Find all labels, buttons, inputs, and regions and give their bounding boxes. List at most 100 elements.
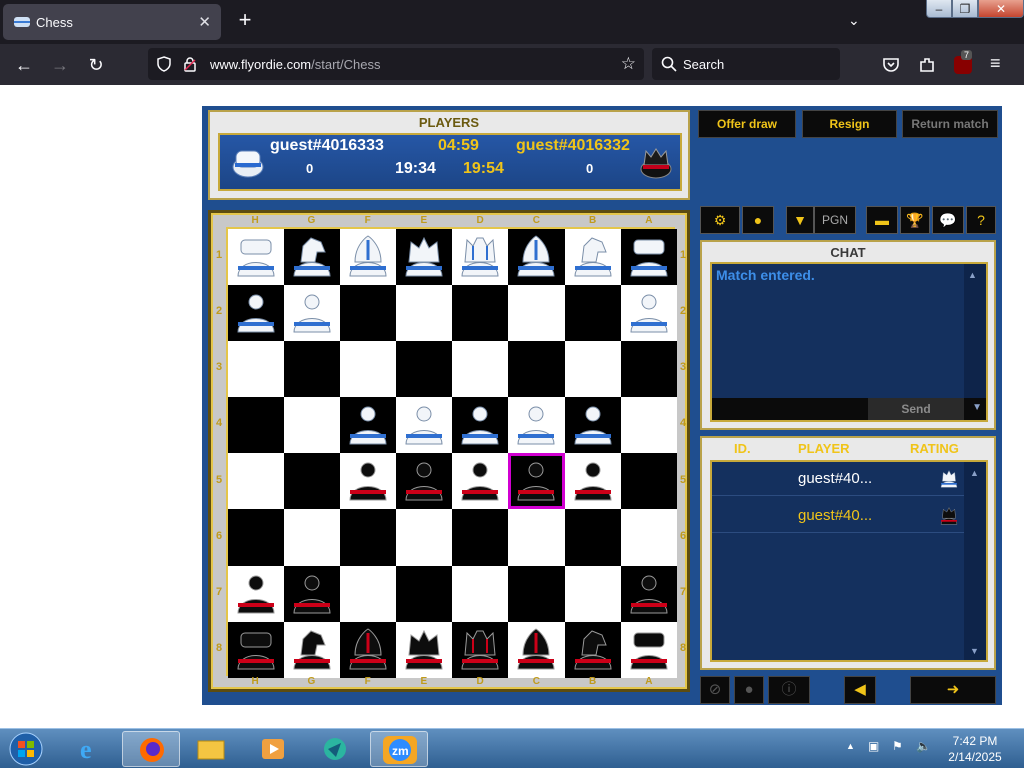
square-e7[interactable] <box>396 565 453 622</box>
black-pawn-icon[interactable] <box>455 456 505 506</box>
square-d2[interactable] <box>452 285 509 342</box>
white-rook-icon[interactable] <box>624 232 674 282</box>
square-a4[interactable] <box>620 397 677 454</box>
extensions-icon[interactable] <box>918 56 936 74</box>
square-b6[interactable] <box>564 509 621 566</box>
black-pawn-icon[interactable] <box>231 569 281 619</box>
white-pawn-icon[interactable] <box>231 288 281 338</box>
square-d1[interactable] <box>452 229 509 286</box>
square-f1[interactable] <box>340 229 397 286</box>
file-explorer-icon[interactable] <box>182 731 240 767</box>
trophy-icon[interactable]: 🏆 <box>900 206 930 234</box>
white-pawn-icon[interactable] <box>568 400 618 450</box>
pgn-button[interactable]: PGN <box>814 206 856 234</box>
black-pawn-icon[interactable] <box>511 456 561 506</box>
square-c5[interactable] <box>508 453 565 510</box>
square-b1[interactable] <box>564 229 621 286</box>
square-h3[interactable] <box>228 341 285 398</box>
square-b7[interactable] <box>564 565 621 622</box>
info-icon[interactable]: ⓘ <box>768 676 810 704</box>
player-list-row[interactable]: guest#40... <box>712 462 964 496</box>
network-icon[interactable]: ▣ <box>868 739 879 753</box>
square-a6[interactable] <box>620 509 677 566</box>
send-button[interactable]: Send <box>868 398 964 420</box>
square-d3[interactable] <box>452 341 509 398</box>
black-pawn-icon[interactable] <box>343 456 393 506</box>
settings-gear-icon[interactable]: ⚙ <box>700 206 740 234</box>
square-c3[interactable] <box>508 341 565 398</box>
black-pawn-icon[interactable] <box>287 569 337 619</box>
square-h4[interactable] <box>228 397 285 454</box>
white-pawn-icon[interactable] <box>287 288 337 338</box>
square-e1[interactable] <box>396 229 453 286</box>
square-c7[interactable] <box>508 565 565 622</box>
black-bishop-icon[interactable] <box>343 625 393 675</box>
square-c8[interactable] <box>508 621 565 678</box>
white-king-icon[interactable] <box>399 232 449 282</box>
white-pawn-icon[interactable] <box>455 400 505 450</box>
black-king-icon[interactable] <box>399 625 449 675</box>
square-c6[interactable] <box>508 509 565 566</box>
square-b5[interactable] <box>564 453 621 510</box>
list-tabs-chevron-icon[interactable]: ⌄ <box>848 12 860 29</box>
forward-arrow-icon[interactable]: → <box>48 53 72 77</box>
square-c1[interactable] <box>508 229 565 286</box>
bookmark-star-icon[interactable]: ☆ <box>621 54 636 74</box>
square-a5[interactable] <box>620 453 677 510</box>
ublock-icon[interactable]: 7 <box>954 50 973 74</box>
lock-icon[interactable] <box>182 56 198 72</box>
white-queen-icon[interactable] <box>455 232 505 282</box>
orange-sphere-icon[interactable]: ● <box>742 206 774 234</box>
square-g1[interactable] <box>284 229 341 286</box>
square-b2[interactable] <box>564 285 621 342</box>
black-knight-icon[interactable] <box>287 625 337 675</box>
square-d7[interactable] <box>452 565 509 622</box>
square-d5[interactable] <box>452 453 509 510</box>
square-g2[interactable] <box>284 285 341 342</box>
player-list[interactable]: ▲ ▼ guest#40... guest#40... <box>710 460 988 662</box>
square-h7[interactable] <box>228 565 285 622</box>
close-window-button[interactable]: ✕ <box>978 0 1024 18</box>
square-e5[interactable] <box>396 453 453 510</box>
square-e4[interactable] <box>396 397 453 454</box>
taskbar-clock[interactable]: 7:42 PM 2/14/2025 <box>940 733 1010 765</box>
square-a2[interactable] <box>620 285 677 342</box>
square-g5[interactable] <box>284 453 341 510</box>
square-f5[interactable] <box>340 453 397 510</box>
square-e6[interactable] <box>396 509 453 566</box>
start-button-icon[interactable] <box>4 731 48 767</box>
square-c2[interactable] <box>508 285 565 342</box>
square-g8[interactable] <box>284 621 341 678</box>
block-icon[interactable]: ⊘ <box>700 676 730 704</box>
user-profile-icon[interactable]: ● <box>734 676 764 704</box>
return-match-button[interactable]: Return match <box>902 110 998 138</box>
square-d4[interactable] <box>452 397 509 454</box>
new-tab-button[interactable]: + <box>234 9 256 33</box>
black-pawn-icon[interactable] <box>568 456 618 506</box>
square-h8[interactable] <box>228 621 285 678</box>
square-a1[interactable] <box>620 229 677 286</box>
dropdown-triangle-icon[interactable]: ▼ <box>786 206 814 234</box>
square-d6[interactable] <box>452 509 509 566</box>
tab-chess[interactable]: Chess ✕ <box>3 4 221 40</box>
square-e8[interactable] <box>396 621 453 678</box>
player-list-scrollbar[interactable]: ▲ ▼ <box>964 462 986 660</box>
resign-button[interactable]: Resign <box>802 110 897 138</box>
exit-room-icon[interactable]: ➜ <box>910 676 996 704</box>
white-knight-icon[interactable] <box>287 232 337 282</box>
media-player-icon[interactable] <box>244 731 302 767</box>
url-bar[interactable]: www.flyordie.com/start/Chess ☆ <box>148 48 644 80</box>
scroll-down-icon[interactable]: ▼ <box>970 646 979 656</box>
chat-options-chevron-icon[interactable]: ▼ <box>972 402 982 413</box>
white-knight-icon[interactable] <box>568 232 618 282</box>
black-queen-icon[interactable] <box>455 625 505 675</box>
square-f7[interactable] <box>340 565 397 622</box>
square-g3[interactable] <box>284 341 341 398</box>
scroll-up-icon[interactable]: ▲ <box>968 270 977 280</box>
square-c4[interactable] <box>508 397 565 454</box>
volume-muted-icon[interactable]: 🔈 <box>916 739 931 753</box>
show-hidden-icons-icon[interactable]: ▲ <box>846 741 855 751</box>
square-h1[interactable] <box>228 229 285 286</box>
chat-log[interactable]: Match entered. ▲ Send ▼ <box>710 262 988 422</box>
square-g4[interactable] <box>284 397 341 454</box>
